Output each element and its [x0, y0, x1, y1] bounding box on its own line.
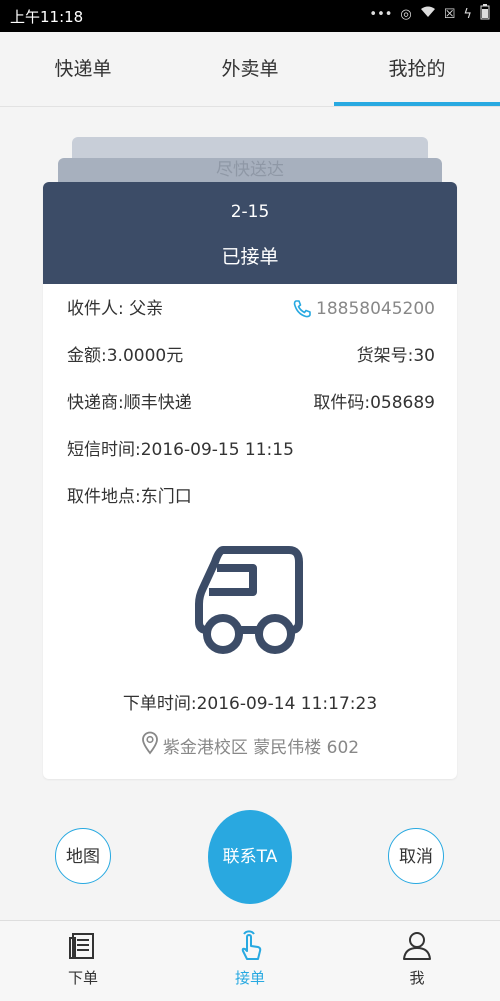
- order-card-header: 2-15 已接单: [43, 182, 457, 284]
- pickup-code: 取件码:058689: [313, 393, 435, 413]
- tab-bar: 快递单 外卖单 我抢的: [0, 32, 500, 107]
- wifi-icon: [420, 6, 436, 22]
- pickup-location: 取件地点:东门口: [67, 487, 192, 507]
- address: 紫金港校区 蒙民伟楼 602: [162, 738, 360, 758]
- nav-place-order[interactable]: 下单: [0, 921, 166, 1001]
- document-icon: [66, 929, 100, 963]
- alarm-icon: ◎: [400, 6, 412, 22]
- sms-time: 短信时间:2016-09-15 11:15: [67, 440, 294, 460]
- tab-my-grabbed[interactable]: 我抢的: [334, 32, 500, 106]
- more-dots-icon: •••: [369, 6, 393, 22]
- phone-icon: [292, 299, 312, 319]
- status-time: 上午11:18: [10, 8, 84, 26]
- order-card: 2-15 已接单 收件人: 父亲 18858045200 金额:3.0000元 …: [43, 182, 457, 779]
- stacked-card-label: 尽快送达: [216, 160, 284, 180]
- order-status: 已接单: [221, 246, 279, 268]
- phone-link[interactable]: 18858045200: [292, 296, 435, 322]
- nav-accept-order-label: 接单: [234, 969, 265, 987]
- nav-me-label: 我: [409, 969, 425, 987]
- sms-time-row: 短信时间:2016-09-15 11:15: [67, 437, 435, 463]
- tap-hand-icon: [233, 929, 267, 963]
- recipient: 收件人: 父亲: [67, 299, 164, 319]
- phone-number: 18858045200: [316, 299, 435, 319]
- address-row: 紫金港校区 蒙民伟楼 602: [43, 731, 457, 760]
- bottom-nav: 下单 接单 我: [0, 920, 500, 1001]
- location-pin-icon: [141, 731, 159, 760]
- tab-takeout[interactable]: 外卖单: [167, 32, 333, 106]
- pickup-location-row: 取件地点:东门口: [67, 484, 435, 510]
- status-icons: ••• ◎ ☒ ϟ: [369, 4, 490, 24]
- shelf-number: 货架号:30: [356, 346, 435, 366]
- contact-button[interactable]: 联系TA: [208, 810, 292, 904]
- recipient-row: 收件人: 父亲 18858045200: [67, 296, 435, 322]
- nav-me[interactable]: 我: [334, 921, 500, 1001]
- order-number: 2-15: [230, 202, 270, 222]
- person-icon: [400, 929, 434, 963]
- order-time: 下单时间:2016-09-14 11:17:23: [122, 694, 378, 714]
- courier-row: 快递商:顺丰快递 取件码:058689: [67, 390, 435, 416]
- delivery-truck-icon: [193, 542, 303, 666]
- status-bar: 上午11:18 ••• ◎ ☒ ϟ: [0, 0, 500, 32]
- cancel-button[interactable]: 取消: [388, 828, 444, 884]
- map-button[interactable]: 地图: [55, 828, 111, 884]
- nav-accept-order[interactable]: 接单: [167, 921, 333, 1001]
- courier: 快递商:顺丰快递: [67, 393, 192, 413]
- nav-place-order-label: 下单: [67, 969, 98, 987]
- tab-indicator: [334, 102, 500, 106]
- sim-icon: ☒: [443, 6, 456, 22]
- battery-icon: [480, 4, 490, 24]
- charging-icon: ϟ: [463, 6, 472, 22]
- amount: 金额:3.0000元: [67, 346, 184, 366]
- amount-row: 金额:3.0000元 货架号:30: [67, 343, 435, 369]
- tab-express[interactable]: 快递单: [0, 32, 166, 106]
